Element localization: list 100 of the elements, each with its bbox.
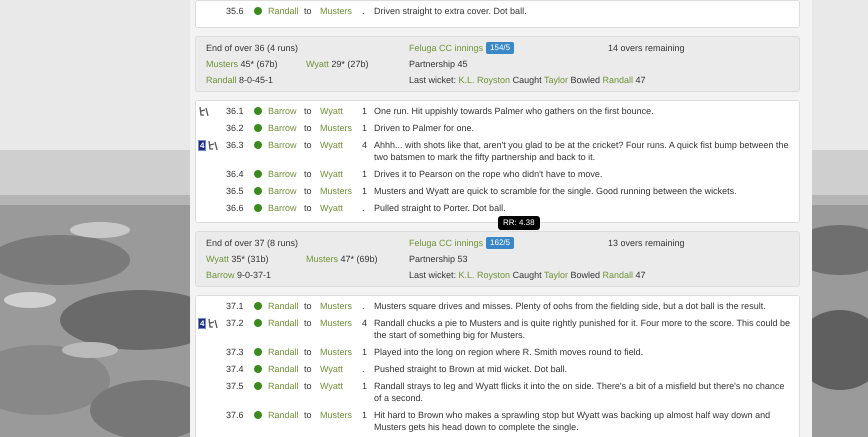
score-badge[interactable]: 154/5 [486,42,514,54]
runs-value: 1 [362,380,368,392]
player-link[interactable]: Wyatt [320,140,343,150]
partnership-text: Partnership 45 [409,58,469,70]
player-link[interactable]: Barrow [268,106,297,116]
player-link[interactable]: Musters [320,347,352,357]
to-label: to [304,346,313,358]
player-link[interactable]: Wyatt [320,364,343,374]
over-number: 37.3 [226,346,245,358]
player-link[interactable]: Barrow [268,186,297,196]
commentary-text: Driven to Palmer for one. [374,122,476,134]
player-link[interactable]: Wyatt [306,59,329,69]
to-label: to [304,122,313,134]
runs-value: 1 [362,409,368,421]
player-link[interactable]: Barrow [268,169,297,179]
over-number: 37.1 [226,300,245,312]
player-link[interactable]: Randall [206,75,237,85]
player-link[interactable]: Barrow [268,203,297,213]
player-link[interactable]: Feluga CC innings [409,237,484,249]
runs-value: . [362,5,366,17]
player-link[interactable]: Randall [602,75,634,85]
player-link[interactable]: Barrow [268,140,297,150]
to-label: to [304,409,313,421]
player-link[interactable]: Randall [268,347,299,357]
to-label: to [304,105,313,117]
player-link[interactable]: Wyatt [320,203,343,213]
runs-value: 1 [362,185,368,197]
player-link[interactable]: Musters [320,301,352,311]
to-label: to [304,168,313,180]
runs-value: 4 [362,139,368,151]
commentary-text: Randall strays to leg and Wyatt flicks it into the on side. There's a bit of a misfield but there's no chance of a second. [374,380,786,404]
tooltip: RR: 4.38 [498,216,540,230]
batsman-score: Wyatt 29* (27b) [306,58,370,70]
player-link[interactable]: Feluga CC innings [409,42,484,54]
commentary-text: Musters square drives and misses. Plenty of oohs from the fielding side, but a dot ball is the result. [374,300,767,312]
overs-remaining: 14 overs remaining [608,42,686,54]
player-link[interactable]: Randall [268,6,299,16]
player-link[interactable]: Musters [320,6,352,16]
to-label: to [304,363,313,375]
player-link[interactable]: Wyatt [320,381,343,391]
over-number: 36.2 [226,122,245,134]
player-link[interactable]: Wyatt [320,169,343,179]
player-link[interactable]: Randall [268,318,299,328]
player-link[interactable]: Musters [320,318,352,328]
batsman-score: Musters 47* (69b) [306,253,379,265]
player-link[interactable]: Taylor [544,270,568,280]
over-number: 37.5 [226,380,245,392]
player-link[interactable]: Taylor [544,75,568,85]
partnership-text: Partnership 53 [409,253,469,265]
boundary-badge: 4 [198,318,206,328]
commentary-text: Randall chucks a pie to Musters and is quite rightly punished for it. Four more to the score. This could be the start of something big for Musters. [374,317,792,341]
runs-value: 1 [362,122,368,134]
runs-value: 1 [362,105,368,117]
player-link[interactable]: Musters [206,59,238,69]
to-label: to [304,139,313,151]
player-link[interactable]: Musters [306,254,338,264]
player-link[interactable]: Randall [268,301,299,311]
player-link[interactable]: Wyatt [320,106,343,116]
over-number: 36.4 [226,168,245,180]
to-label: to [304,185,313,197]
boundary-badge: 4 [198,140,206,150]
commentary-text: Hit hard to Brown who makes a sprawling stop but Wyatt was backing up almost half way down and Musters gets his head down to complete the single. [374,409,772,433]
commentary-text: Pulled straight to Porter. Dot ball. [374,202,507,214]
runs-value: 1 [362,346,368,358]
player-link[interactable]: Wyatt [206,254,229,264]
bowler-figures: Randall 8-0-45-1 [206,74,274,86]
runs-value: 4 [362,317,368,329]
over-number: 36.5 [226,185,245,197]
player-link[interactable]: Musters [320,123,352,133]
score-badge[interactable]: 162/5 [486,237,514,249]
runs-value: . [362,300,366,312]
commentary-text: Drives it to Pearson on the rope who didn't have to move. [374,168,604,180]
to-label: to [304,202,313,214]
over-number: 37.6 [226,409,245,421]
player-link[interactable]: Randall [268,364,299,374]
player-link[interactable]: K.L. Royston [458,75,510,85]
over-number: 36.6 [226,202,245,214]
player-link[interactable]: Musters [320,410,352,420]
over-number: 36.1 [226,105,245,117]
over-summary-title: End of over 36 (4 runs) [206,42,300,54]
commentary-text: One run. Hit uppishly towards Palmer who gathers on the first bounce. [374,105,655,117]
player-link[interactable]: K.L. Royston [458,270,510,280]
to-label: to [304,380,313,392]
runs-value: . [362,363,366,375]
player-link[interactable]: Musters [320,186,352,196]
batsman-score: Musters 45* (67b) [206,58,279,70]
runs-value: 1 [362,168,368,180]
over-summary-title: End of over 37 (8 runs) [206,237,300,249]
to-label: to [304,300,313,312]
player-link[interactable]: Randall [602,270,634,280]
to-label: to [304,5,313,17]
runs-value: . [362,202,366,214]
player-link[interactable]: Randall [268,381,299,391]
player-link[interactable]: Randall [268,410,299,420]
over-number: 37.4 [226,363,245,375]
commentary-text: Played into the long on region where R. Smith moves round to field. [374,346,644,358]
player-link[interactable]: Barrow [268,123,297,133]
to-label: to [304,317,313,329]
player-link[interactable]: Barrow [206,270,235,280]
over-number: 35.6 [226,5,245,17]
